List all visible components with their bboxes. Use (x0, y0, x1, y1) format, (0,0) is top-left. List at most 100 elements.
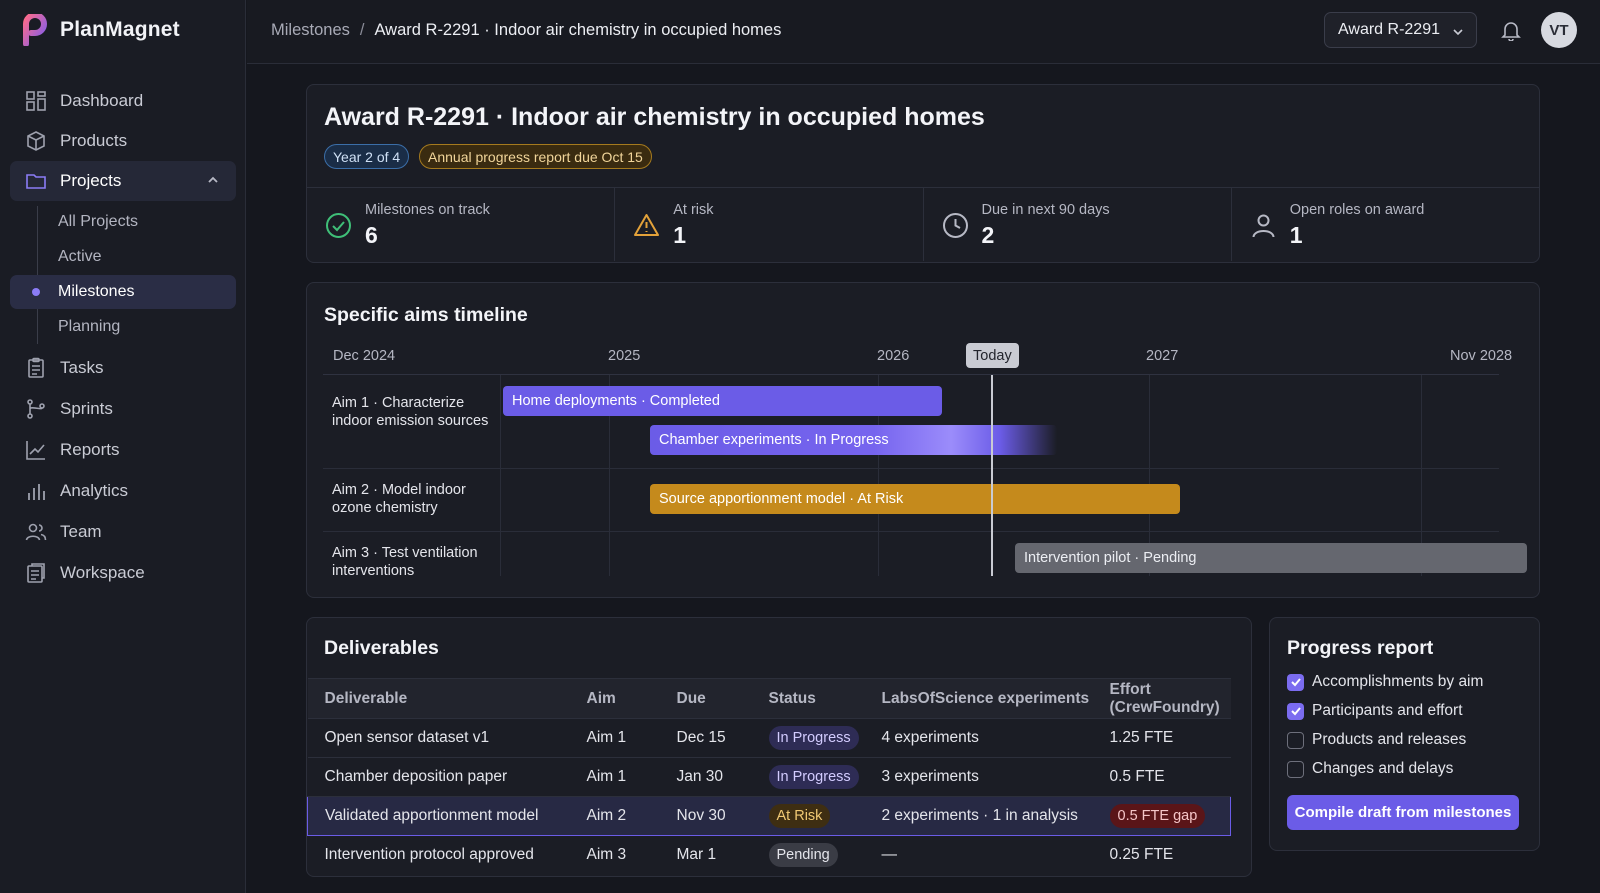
checkbox-accomplishments[interactable]: Accomplishments by aim (1287, 673, 1483, 691)
sidebar-item-workspace[interactable]: Workspace (10, 553, 236, 593)
effort-gap-badge: 0.5 FTE gap (1109, 804, 1206, 828)
checkbox-unchecked-icon[interactable] (1287, 760, 1304, 778)
column-header-aim[interactable]: Aim (569, 678, 660, 719)
cell-aim: Aim 1 (569, 718, 660, 758)
axis-label-2025: 2025 (608, 348, 641, 364)
sidebar-subitem-milestones[interactable]: Milestones (10, 275, 236, 309)
brand[interactable]: PlanMagnet (22, 14, 180, 46)
status-badge: At Risk (768, 804, 831, 828)
cell-experiments: 4 experiments (864, 718, 1093, 758)
progress-report-card: Progress report Accomplishments by aim P… (1269, 617, 1540, 851)
sidebar-item-label: Reports (60, 440, 120, 459)
column-header-deliverable[interactable]: Deliverable (307, 678, 570, 719)
sidebar-subitem-active[interactable]: Active (10, 240, 236, 274)
bar-label: Source apportionment model · At Risk (659, 491, 904, 507)
checkbox-participants[interactable]: Participants and effort (1287, 702, 1463, 720)
compile-draft-button[interactable]: Compile draft from milestones (1287, 795, 1519, 830)
axis-label-2027: 2027 (1146, 348, 1179, 364)
cell-deliverable: Open sensor dataset v1 (307, 718, 570, 758)
avatar[interactable]: VT (1541, 12, 1577, 48)
breadcrumb-current: Award R-2291 · Indoor air chemistry in o… (374, 21, 782, 39)
dashboard-icon (25, 90, 47, 112)
timeline-bar-chamber-experiments[interactable]: Chamber experiments · In Progress (650, 425, 1057, 455)
row-divider (323, 468, 1499, 469)
checkbox-changes[interactable]: Changes and delays (1287, 760, 1453, 778)
column-header-experiments[interactable]: LabsOfScience experiments (864, 678, 1093, 719)
sidebar-item-label: Analytics (60, 481, 129, 500)
axis-label-start: Dec 2024 (333, 348, 396, 364)
checkbox-label: Accomplishments by aim (1312, 673, 1484, 690)
timeline-title: Specific aims timeline (324, 304, 528, 326)
bar-chart-icon (25, 480, 47, 502)
table-row[interactable]: Chamber deposition paper Aim 1 Jan 30 In… (307, 757, 1231, 797)
cell-status: Pending (752, 836, 865, 875)
folder-icon (25, 170, 47, 192)
stat-value: 2 (981, 222, 995, 248)
cell-due: Nov 30 (659, 796, 752, 836)
award-summary-card: Award R-2291 · Indoor air chemistry in o… (306, 84, 1540, 263)
sidebar-item-label: Sprints (60, 399, 113, 418)
timeline-bar-intervention-pilot[interactable]: Intervention pilot · Pending (1015, 543, 1527, 573)
branch-icon (25, 398, 47, 420)
table-row-selected[interactable]: Validated apportionment model Aim 2 Nov … (307, 796, 1231, 836)
deliverables-table: Deliverable Aim Due Status LabsOfScience… (307, 678, 1231, 875)
sidebar-item-sprints[interactable]: Sprints (10, 389, 236, 429)
sidebar-item-projects[interactable]: Projects (10, 161, 236, 201)
cell-effort: 0.25 FTE (1109, 846, 1174, 864)
checkbox-checked-icon[interactable] (1287, 702, 1304, 720)
cell-deliverable: Validated apportionment model (307, 796, 570, 836)
clock-icon (942, 212, 969, 239)
sidebar-subitem-label: Milestones (58, 283, 135, 300)
cell-deliverable: Intervention protocol approved (324, 846, 534, 864)
sidebar-subitem-planning[interactable]: Planning (10, 310, 236, 344)
sidebar-subitem-label: All Projects (58, 213, 139, 230)
sidebar-subitem-all-projects[interactable]: All Projects (10, 205, 236, 239)
stat-at-risk: At risk 1 (615, 188, 924, 261)
column-header-status[interactable]: Status (751, 678, 865, 719)
cell-aim: Aim 2 (569, 796, 660, 836)
stat-milestones-on-track: Milestones on track 6 (307, 188, 616, 261)
bar-label: Home deployments · Completed (512, 393, 720, 409)
sidebar-subitem-label: Active (58, 248, 102, 265)
sidebar-item-label: Team (60, 522, 102, 541)
cell-effort: 1.25 FTE (1092, 718, 1231, 758)
cell-experiments: — (881, 846, 898, 864)
sidebar-item-analytics[interactable]: Analytics (10, 471, 236, 511)
stat-label: At risk (673, 202, 714, 218)
sidebar-item-products[interactable]: Products (10, 121, 236, 161)
award-selector[interactable]: Award R-2291 (1324, 12, 1477, 48)
workspace-icon (25, 562, 47, 584)
sidebar-item-team[interactable]: Team (10, 512, 236, 552)
stat-open-roles: Open roles on award 1 (1232, 188, 1539, 261)
sidebar-item-tasks[interactable]: Tasks (10, 348, 236, 388)
line-chart-icon (25, 439, 47, 461)
sidebar-item-reports[interactable]: Reports (10, 430, 236, 470)
progress-report-title: Progress report (1287, 637, 1434, 659)
stat-due-next-90-days: Due in next 90 days 2 (924, 188, 1232, 261)
cell-due: Dec 15 (659, 718, 752, 758)
table-row[interactable]: Intervention protocol approved Aim 3 Mar… (308, 836, 1231, 875)
sidebar-item-label: Projects (60, 171, 122, 190)
warning-icon (633, 212, 660, 239)
stat-label: Milestones on track (365, 202, 490, 218)
checkbox-checked-icon[interactable] (1287, 673, 1304, 691)
timeline-bar-home-deployments[interactable]: Home deployments · Completed (503, 386, 942, 416)
notification-bell-icon[interactable] (1500, 19, 1522, 41)
column-header-due[interactable]: Due (659, 678, 752, 719)
chevron-up-icon[interactable] (206, 173, 220, 187)
due-badge: Annual progress report due Oct 15 (419, 144, 652, 169)
today-marker: Today (966, 343, 1019, 368)
sidebar-subitem-label: Planning (58, 318, 121, 335)
checkbox-products[interactable]: Products and releases (1287, 731, 1466, 749)
checkbox-unchecked-icon[interactable] (1287, 731, 1304, 749)
cell-due: Mar 1 (676, 846, 717, 864)
breadcrumb-parent[interactable]: Milestones (271, 21, 350, 40)
column-header-effort[interactable]: Effort (CrewFoundry) (1092, 678, 1231, 719)
cell-experiments: 3 experiments (864, 757, 1093, 797)
sidebar: PlanMagnet Dashboard Products Projects A… (0, 0, 246, 893)
sidebar-item-dashboard[interactable]: Dashboard (10, 81, 236, 121)
table-row[interactable]: Open sensor dataset v1 Aim 1 Dec 15 In P… (307, 718, 1231, 758)
timeline-bar-source-apportionment[interactable]: Source apportionment model · At Risk (650, 484, 1180, 514)
breadcrumb: Milestones / Award R-2291 · Indoor air c… (271, 21, 781, 40)
status-badge: In Progress (768, 765, 859, 789)
